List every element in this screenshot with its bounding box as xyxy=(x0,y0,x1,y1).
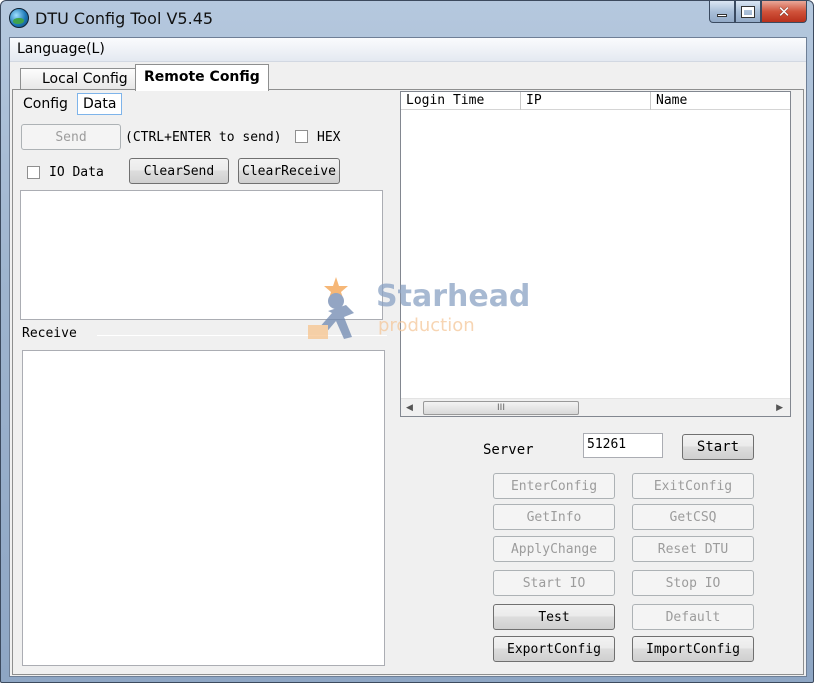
window-title: DTU Config Tool V5.45 xyxy=(35,9,214,28)
maximize-icon xyxy=(741,5,755,18)
subtab-data[interactable]: Data xyxy=(77,93,123,115)
get-info-button[interactable]: GetInfo xyxy=(493,504,615,530)
client-area: Language(L) Local Config Remote Config C… xyxy=(9,37,807,677)
server-port-input[interactable]: 51261 xyxy=(583,433,663,458)
hex-checkbox[interactable] xyxy=(295,130,308,143)
close-button[interactable]: ✕ xyxy=(761,1,807,23)
send-button[interactable]: Send xyxy=(21,124,121,150)
scroll-left-icon[interactable]: ◀ xyxy=(406,403,413,413)
tab-strip: Local Config Remote Config xyxy=(10,64,806,91)
import-config-button[interactable]: ImportConfig xyxy=(632,636,754,662)
hex-label: HEX xyxy=(317,130,341,145)
watermark-subtitle: production xyxy=(378,315,475,336)
apply-change-button[interactable]: ApplyChange xyxy=(493,536,615,562)
stop-io-button[interactable]: Stop IO xyxy=(632,570,754,596)
start-io-button[interactable]: Start IO xyxy=(493,570,615,596)
starhead-watermark: Starhead production xyxy=(306,275,530,345)
column-login-time[interactable]: Login Time xyxy=(401,92,521,110)
globe-icon xyxy=(9,8,29,28)
server-label: Server xyxy=(483,442,534,458)
io-data-checkbox[interactable] xyxy=(27,166,40,179)
reset-dtu-button[interactable]: Reset DTU xyxy=(632,536,754,562)
exit-config-button[interactable]: ExitConfig xyxy=(632,473,754,499)
horizontal-scrollbar[interactable]: ◀ III ▶ xyxy=(401,398,790,416)
clear-send-button[interactable]: ClearSend xyxy=(129,158,229,184)
io-data-label: IO Data xyxy=(49,165,104,180)
window-controls: ✕ xyxy=(709,1,807,25)
title-bar[interactable]: DTU Config Tool V5.45 ✕ xyxy=(1,1,813,37)
maximize-button[interactable] xyxy=(735,1,761,23)
test-button[interactable]: Test xyxy=(493,604,615,630)
watermark-title: Starhead xyxy=(376,279,531,314)
close-icon: ✕ xyxy=(777,2,791,21)
tab-local-config[interactable]: Local Config xyxy=(20,68,136,90)
scroll-thumb[interactable]: III xyxy=(423,401,579,415)
enter-config-button[interactable]: EnterConfig xyxy=(493,473,615,499)
get-csq-button[interactable]: GetCSQ xyxy=(632,504,754,530)
minimize-icon xyxy=(717,14,727,17)
export-config-button[interactable]: ExportConfig xyxy=(493,636,615,662)
clear-receive-button[interactable]: ClearReceive xyxy=(238,158,340,184)
scroll-right-icon[interactable]: ▶ xyxy=(776,403,783,413)
receive-label: Receive xyxy=(22,326,77,341)
watermark-figure-icon xyxy=(308,277,354,339)
app-window: DTU Config Tool V5.45 ✕ Language(L) Loca… xyxy=(0,0,814,683)
menu-language[interactable]: Language(L) xyxy=(17,41,105,57)
tab-remote-config[interactable]: Remote Config xyxy=(135,64,269,91)
subtab-config[interactable]: Config xyxy=(23,96,68,112)
column-name[interactable]: Name xyxy=(651,92,790,110)
client-list[interactable]: Login Time IP Name ◀ III ▶ xyxy=(400,91,791,417)
client-list-header: Login Time IP Name xyxy=(401,92,790,110)
server-start-button[interactable]: Start xyxy=(682,434,754,460)
send-hint: (CTRL+ENTER to send) xyxy=(125,130,282,145)
minimize-button[interactable] xyxy=(709,1,735,23)
remote-config-page: Config Data Send (CTRL+ENTER to send) HE… xyxy=(12,89,804,675)
default-button[interactable]: Default xyxy=(632,604,754,630)
menu-bar: Language(L) xyxy=(10,38,806,62)
column-ip[interactable]: IP xyxy=(521,92,651,110)
receive-textarea[interactable] xyxy=(22,350,385,666)
